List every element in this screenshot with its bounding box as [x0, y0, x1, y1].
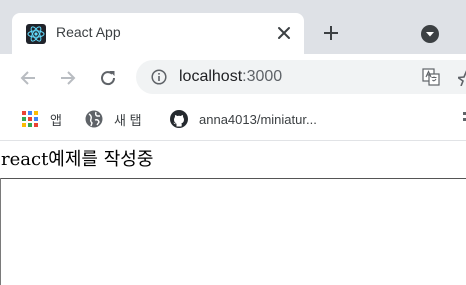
bookmark-star-icon[interactable] — [458, 68, 466, 86]
bookmark-label: anna4013/miniatur... — [199, 111, 317, 127]
bookmarks-bar: 앱 새 탭 anna4013/miniatur... — [0, 101, 466, 135]
bookmark-github-repo[interactable]: anna4013/miniatur... — [169, 108, 317, 130]
toolbar: localhost:3000 — [0, 54, 466, 101]
globe-icon — [85, 110, 103, 128]
more-bookmarks-icon[interactable] — [459, 110, 466, 128]
forward-arrow-icon[interactable] — [57, 67, 79, 89]
content-left-border — [0, 178, 1, 285]
tab-search-chevron-icon[interactable] — [420, 24, 440, 44]
bookmark-label: 앱 — [50, 112, 62, 128]
url-text[interactable]: localhost:3000 — [179, 68, 282, 86]
url-port: :3000 — [242, 68, 283, 85]
tab-strip: React App — [0, 0, 466, 54]
new-tab-plus-icon[interactable] — [321, 23, 341, 43]
page-heading-box: react예제를 작성중 — [0, 141, 466, 179]
back-arrow-icon[interactable] — [17, 67, 39, 89]
tab-title: React App — [56, 24, 121, 40]
page-viewport: react예제를 작성중 — [0, 141, 466, 285]
reload-icon[interactable] — [97, 67, 119, 89]
info-icon[interactable] — [151, 69, 167, 85]
tab-react-app[interactable]: React App — [12, 13, 304, 54]
close-icon[interactable] — [276, 25, 292, 41]
react-logo-icon — [26, 24, 46, 44]
page-heading: react예제를 작성중 — [1, 149, 154, 170]
github-icon — [170, 110, 188, 128]
address-bar[interactable]: localhost:3000 — [136, 60, 466, 94]
apps-grid-icon — [22, 111, 38, 127]
bookmark-label: 새 탭 — [114, 112, 142, 128]
translate-icon[interactable] — [421, 67, 441, 87]
bookmark-new-tab[interactable]: 새 탭 — [84, 108, 142, 130]
bookmark-apps[interactable]: 앱 — [20, 108, 62, 130]
url-host: localhost — [179, 68, 243, 85]
browser-window: React App localhost:3000 앱 새 탭 anna4013/… — [0, 0, 466, 285]
